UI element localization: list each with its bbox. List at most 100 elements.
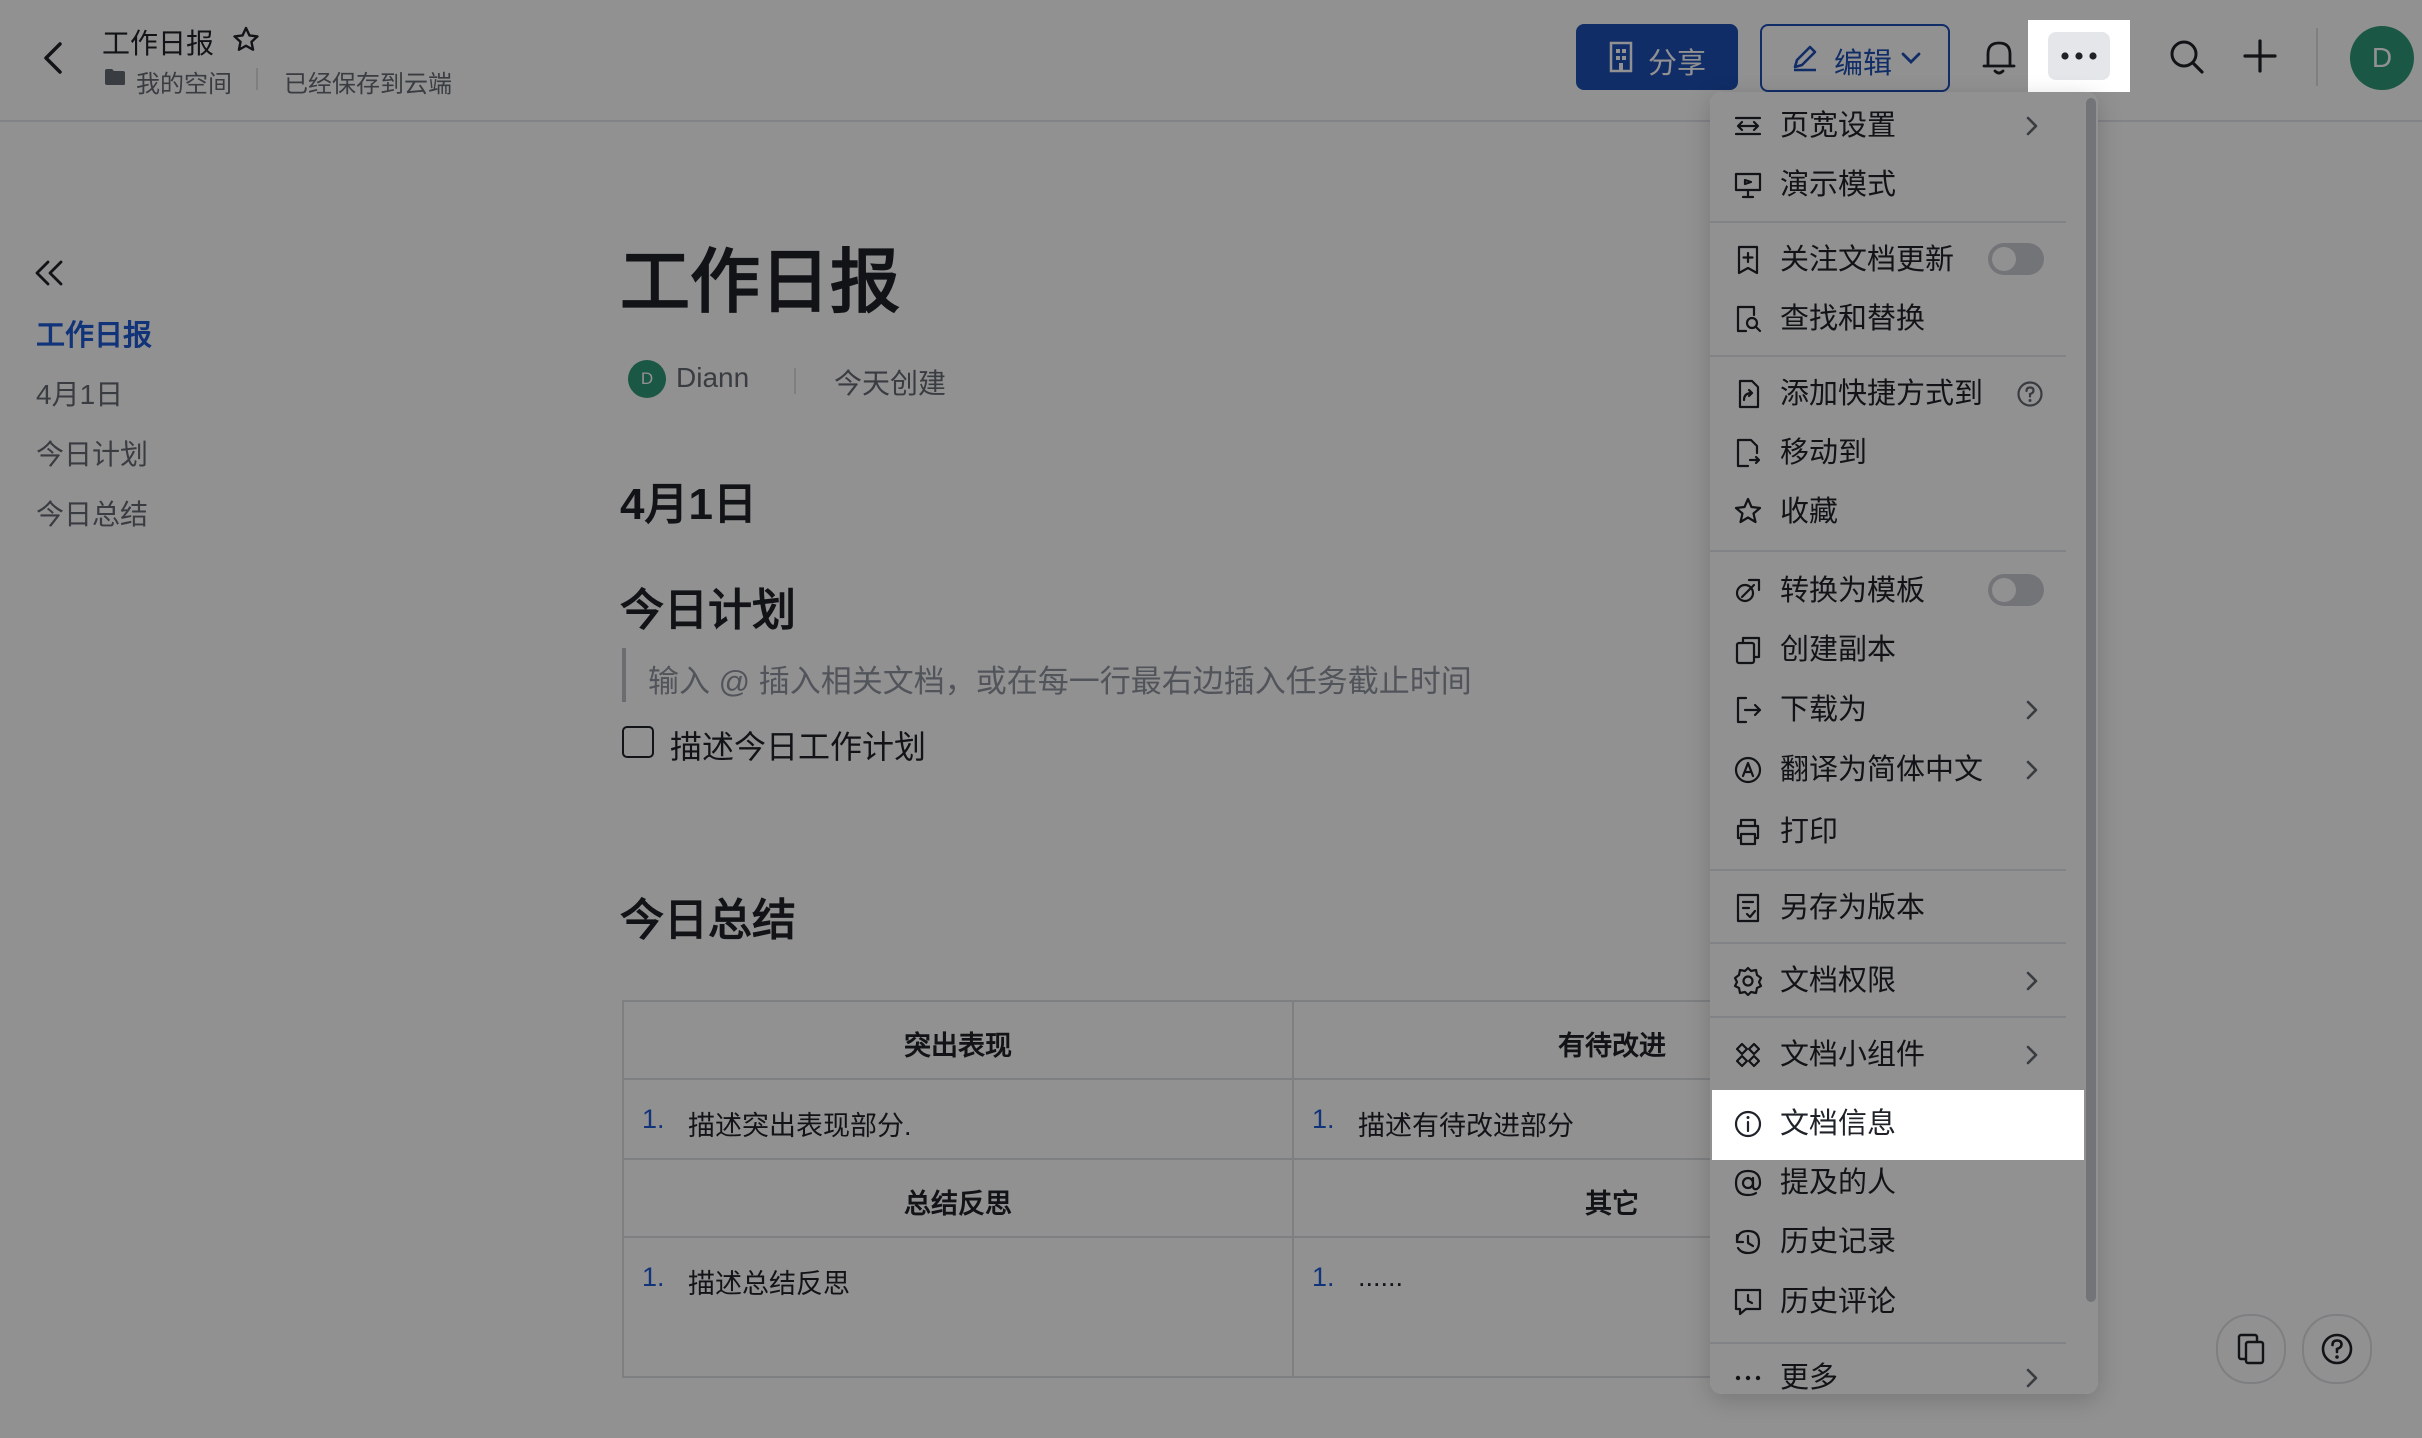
search-icon[interactable]	[2168, 38, 2206, 76]
widget-icon	[1732, 1039, 1764, 1071]
more-button-bg	[2048, 32, 2110, 80]
menu-item-label: 文档权限	[1780, 965, 1897, 997]
collapse-outline-icon[interactable]	[32, 258, 66, 288]
divider	[256, 68, 258, 90]
menu-item-label: 创建副本	[1780, 634, 1897, 666]
menu-separator	[1710, 942, 2066, 944]
menu-item-label: 转换为模板	[1780, 575, 1926, 607]
at-icon	[1732, 1167, 1764, 1199]
menu-item-copy[interactable]: 创建副本	[1710, 620, 2098, 680]
todo-checkbox[interactable]	[622, 726, 654, 758]
heading-summary[interactable]: 今日总结	[620, 884, 796, 948]
doc-tools-button[interactable]	[2216, 1314, 2286, 1384]
more-button[interactable]	[2028, 20, 2130, 92]
menu-separator	[1710, 1016, 2066, 1018]
menu-item-print[interactable]: 打印	[1710, 802, 2098, 862]
chevron-right-icon	[2022, 698, 2042, 722]
help-icon[interactable]	[2016, 380, 2044, 408]
comment-history-icon	[1732, 1286, 1764, 1318]
move-icon	[1732, 437, 1764, 469]
help-button[interactable]	[2302, 1314, 2372, 1384]
menu-item-label: 更多	[1780, 1362, 1839, 1394]
breadcrumb-space[interactable]: 我的空间	[136, 64, 232, 99]
menu-item-page-width[interactable]: 页宽设置	[1710, 96, 2098, 156]
menu-item-star[interactable]: 收藏	[1710, 482, 2098, 542]
menu-item-label: 文档信息	[1780, 1108, 1897, 1140]
menu-item-widget[interactable]: 文档小组件	[1710, 1025, 2098, 1085]
folder-icon	[104, 68, 126, 86]
menu-separator	[1710, 869, 2066, 871]
chevron-right-icon	[2022, 969, 2042, 993]
plus-icon[interactable]	[2242, 38, 2278, 74]
table-header-cell[interactable]: 总结反思	[622, 1182, 1294, 1221]
print-icon	[1732, 816, 1764, 848]
star-icon	[1732, 496, 1764, 528]
created-time: 今天创建	[834, 368, 947, 399]
divider	[794, 368, 796, 394]
list-number: 1.	[642, 1104, 665, 1134]
menu-separator	[1710, 221, 2066, 223]
menu-item-at[interactable]: 提及的人	[1710, 1153, 2098, 1213]
table-header-cell[interactable]: 突出表现	[622, 1024, 1294, 1063]
history-icon	[1732, 1226, 1764, 1258]
star-icon[interactable]	[230, 24, 262, 56]
template-icon	[1732, 575, 1764, 607]
author-avatar: D	[628, 360, 666, 398]
copy-icon	[1732, 634, 1764, 666]
menu-item-history[interactable]: 历史记录	[1710, 1212, 2098, 1272]
edit-button[interactable]: 编辑	[1760, 24, 1950, 92]
outline-item-summary[interactable]: 今日总结	[36, 493, 148, 533]
save-status: 已经保存到云端	[284, 71, 452, 98]
menu-item-more[interactable]: 更多	[1710, 1348, 2098, 1408]
menu-item-save-version[interactable]: 另存为版本	[1710, 878, 2098, 938]
menu-item-label: 添加快捷方式到	[1780, 378, 1984, 410]
heading-plan[interactable]: 今日计划	[620, 574, 796, 638]
outline-item-plan[interactable]: 今日计划	[36, 433, 148, 473]
menu-item-label: 下载为	[1780, 694, 1868, 726]
table-cell[interactable]: 描述有待改进部分	[1358, 1104, 1574, 1143]
menu-item-settings[interactable]: 文档权限	[1710, 951, 2098, 1011]
bell-icon[interactable]	[1982, 38, 2016, 76]
author-name[interactable]: Diann	[676, 362, 749, 394]
toggle-switch[interactable]	[1988, 243, 2044, 275]
menu-item-label: 翻译为简体中文	[1780, 754, 1984, 786]
chevron-right-icon	[2022, 114, 2042, 138]
shortcut-icon	[1732, 378, 1764, 410]
quote-bar	[622, 648, 626, 702]
menu-item-label: 文档小组件	[1780, 1039, 1926, 1071]
menu-item-label: 移动到	[1780, 437, 1868, 469]
menu-item-info[interactable]: 文档信息	[1710, 1094, 2098, 1154]
translate-icon	[1732, 754, 1764, 786]
page-title[interactable]: 工作日报	[620, 226, 900, 327]
avatar[interactable]: D	[2350, 26, 2414, 90]
menu-item-presentation[interactable]: 演示模式	[1710, 155, 2098, 215]
outline-item-title[interactable]: 工作日报	[36, 312, 152, 354]
outline-item-date[interactable]: 4月1日	[36, 373, 123, 413]
menu-item-download[interactable]: 下载为	[1710, 680, 2098, 740]
menu-item-follow[interactable]: 关注文档更新	[1710, 230, 2098, 290]
menu-item-template[interactable]: 转换为模板	[1710, 561, 2098, 621]
list-number: 1.	[1312, 1104, 1335, 1134]
share-button[interactable]: 分享	[1576, 24, 1738, 90]
table-cell[interactable]: 描述总结反思	[688, 1262, 850, 1301]
question-icon	[2320, 1332, 2354, 1366]
menu-item-label: 历史评论	[1780, 1286, 1897, 1318]
page-width-icon	[1732, 110, 1764, 142]
menu-item-comment-history[interactable]: 历史评论	[1710, 1272, 2098, 1332]
share-label: 分享	[1648, 48, 1707, 80]
todo-item[interactable]: 描述今日工作计划	[670, 722, 926, 768]
menu-item-translate[interactable]: 翻译为简体中文	[1710, 740, 2098, 800]
quote-placeholder[interactable]: 输入 @ 插入相关文档，或在每一行最右边插入任务截止时间	[648, 656, 1472, 701]
menu-item-shortcut[interactable]: 添加快捷方式到	[1710, 364, 2098, 424]
building-icon	[1608, 41, 1634, 73]
menu-item-move[interactable]: 移动到	[1710, 423, 2098, 483]
menu-item-label: 查找和替换	[1780, 303, 1926, 335]
info-icon	[1732, 1108, 1764, 1140]
toggle-switch[interactable]	[1988, 574, 2044, 606]
table-cell[interactable]: ......	[1358, 1262, 1403, 1293]
menu-item-find-replace[interactable]: 查找和替换	[1710, 289, 2098, 349]
heading-date[interactable]: 4月1日	[620, 468, 757, 532]
divider	[2316, 28, 2318, 86]
table-cell[interactable]: 描述突出表现部分.	[688, 1104, 912, 1143]
back-arrow-icon[interactable]	[38, 40, 68, 76]
